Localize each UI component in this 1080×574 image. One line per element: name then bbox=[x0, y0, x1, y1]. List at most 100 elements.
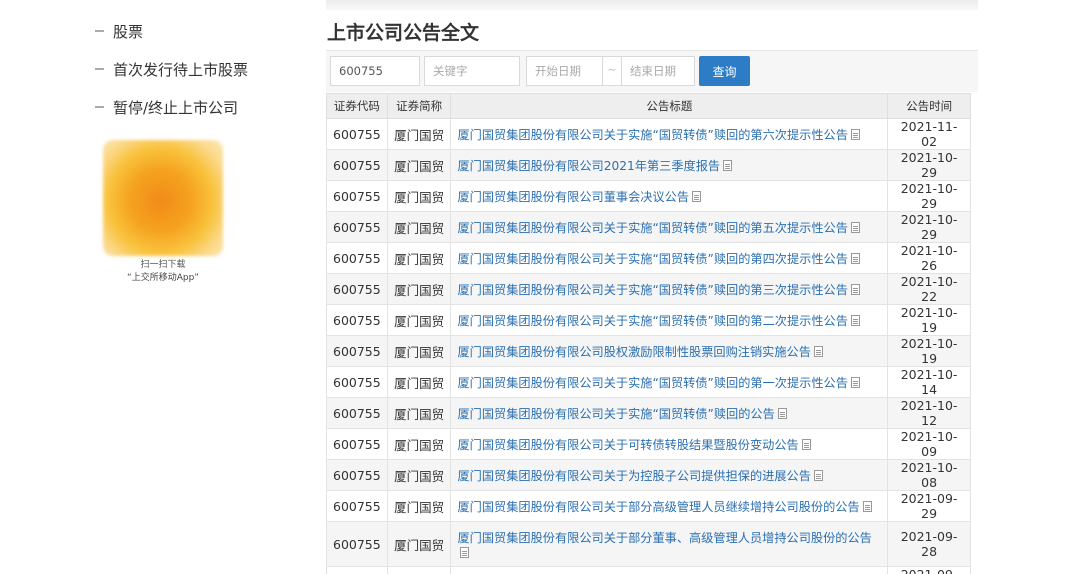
announcement-title-link[interactable]: 厦门国贸集团股份有限公司关于实施“国贸转债”赎回的第五次提示性公告 bbox=[450, 211, 889, 243]
announcement-title-link-text[interactable]: 厦门国贸集团股份有限公司董事会决议公告 bbox=[457, 190, 689, 204]
document-icon[interactable] bbox=[777, 408, 787, 419]
cell-date: 2021-11-02 bbox=[887, 118, 971, 150]
document-icon[interactable] bbox=[801, 439, 811, 450]
announcement-title-link[interactable]: 厦门国贸集团股份有限公司关于实施“国贸转债”赎回的第三次提示性公告 bbox=[450, 273, 889, 305]
cell-name-text: 厦门国贸 bbox=[394, 313, 445, 329]
keyword-input[interactable]: 关键字 bbox=[424, 56, 520, 86]
end-date-input[interactable]: 结束日期 bbox=[621, 56, 695, 86]
search-panel: 600755 关键字 开始日期 ~ 结束日期 查询 bbox=[326, 50, 978, 92]
announcement-title-link-text[interactable]: 厦门国贸集团股份有限公司关于实施“国贸转债”赎回的第六次提示性公告 bbox=[457, 128, 847, 142]
document-icon[interactable] bbox=[850, 315, 860, 326]
cell-name-text: 厦门国贸 bbox=[394, 375, 445, 391]
announcement-title-link[interactable]: 厦门国贸集团股份有限公司股权激励限制性股票回购注销实施公告 bbox=[450, 335, 889, 367]
cell-name-text: 厦门国贸 bbox=[394, 406, 445, 422]
cell-name-text: 厦门国贸 bbox=[394, 127, 445, 143]
announcement-title-link[interactable]: 厦门国贸集团股份有限公司董事会决议公告 bbox=[450, 180, 889, 212]
announcement-title-link-text[interactable]: 厦门国贸集团股份有限公司股权激励限制性股票回购注销实施公告 bbox=[457, 345, 810, 359]
cell-date-text: 2021-10-14 bbox=[900, 367, 958, 397]
announcement-title-link[interactable]: 厦门国贸集团股份有限公司关于实施“国贸转债”赎回的第二次提示性公告 bbox=[450, 304, 889, 336]
announcement-title-link[interactable]: 厦门国贸集团股份有限公司关于实施“国贸转债”赎回的第六次提示性公告 bbox=[450, 118, 889, 150]
cell-name: 厦门国贸 bbox=[386, 521, 452, 567]
cell-name: 厦门国贸 bbox=[386, 149, 452, 181]
date-range-separator: ~ bbox=[603, 56, 621, 86]
cell-code: 600755 bbox=[326, 149, 388, 181]
cell-date-text: 2021-11-02 bbox=[900, 119, 958, 149]
document-icon[interactable] bbox=[850, 377, 860, 388]
document-icon[interactable] bbox=[850, 284, 860, 295]
announcement-title-link-text[interactable]: 厦门国贸集团股份有限公司关于实施“国贸转债”赎回的第二次提示性公告 bbox=[457, 314, 847, 328]
cell-name: 厦门国贸 bbox=[386, 180, 452, 212]
announcement-title-link-text[interactable]: 厦门国贸集团股份有限公司关于可转债转股结果暨股份变动公告 bbox=[457, 438, 798, 452]
announcement-title-link[interactable]: 厦门国贸集团股份有限公司2021年第三季度报告 bbox=[450, 149, 889, 181]
cell-date-text: 2021-10-26 bbox=[900, 243, 958, 273]
document-icon[interactable] bbox=[862, 501, 872, 512]
document-icon[interactable] bbox=[813, 346, 823, 357]
announcement-title-link-text[interactable]: 厦门国贸集团股份有限公司关于实施“国贸转债”赎回的第五次提示性公告 bbox=[457, 221, 847, 235]
announcement-title-link[interactable]: 厦门国贸集团股份有限公司关于提前赎回“国贸转债”的提示性公告 bbox=[450, 566, 889, 574]
cell-date-text: 2021-10-29 bbox=[900, 212, 958, 242]
cell-date: 2021-10-29 bbox=[887, 149, 971, 181]
dash-icon bbox=[95, 106, 104, 108]
query-button[interactable]: 查询 bbox=[699, 56, 750, 86]
cell-date-text: 2021-10-19 bbox=[900, 305, 958, 335]
cell-name-text: 厦门国贸 bbox=[394, 220, 445, 236]
cell-code: 600755 bbox=[326, 273, 388, 305]
sidebar-item-stocks[interactable]: 股票 bbox=[95, 12, 248, 50]
cell-date-text: 2021-10-22 bbox=[900, 274, 958, 304]
stock-code-input[interactable]: 600755 bbox=[330, 56, 420, 86]
cell-code: 600755 bbox=[326, 180, 388, 212]
announcement-title-link-text[interactable]: 厦门国贸集团股份有限公司关于实施“国贸转债”赎回的第四次提示性公告 bbox=[457, 252, 847, 266]
cell-name: 厦门国贸 bbox=[386, 335, 452, 367]
document-icon[interactable] bbox=[723, 160, 733, 171]
sidebar-item-ipo-pending[interactable]: 首次发行待上市股票 bbox=[95, 50, 248, 88]
announcement-title-link[interactable]: 厦门国贸集团股份有限公司关于部分高级管理人员继续增持公司股份的公告 bbox=[450, 490, 889, 522]
cell-code-text: 600755 bbox=[333, 281, 381, 297]
sidebar-nav: 股票 首次发行待上市股票 暂停/终止上市公司 bbox=[95, 12, 248, 126]
announcement-title-link[interactable]: 厦门国贸集团股份有限公司关于部分董事、高级管理人员增持公司股份的公告 bbox=[450, 521, 889, 567]
qr-caption: 扫一扫下载 bbox=[140, 260, 186, 270]
start-date-input[interactable]: 开始日期 bbox=[526, 56, 603, 86]
document-icon[interactable] bbox=[692, 191, 702, 202]
cell-date: 2021-09-29 bbox=[887, 490, 971, 522]
dash-icon bbox=[95, 30, 104, 32]
cell-date-text: 2021-10-29 bbox=[900, 181, 958, 211]
cell-code-text: 600755 bbox=[333, 219, 381, 235]
table-row: 600755 厦门国贸 厦门国贸集团股份有限公司关于部分董事、高级管理人员增持公司股… bbox=[326, 521, 971, 567]
document-icon[interactable] bbox=[850, 129, 860, 140]
cell-code: 600755 bbox=[326, 211, 388, 243]
cell-name: 厦门国贸 bbox=[386, 118, 452, 150]
cell-name: 厦门国贸 bbox=[386, 304, 452, 336]
cell-date: 2021-10-08 bbox=[887, 459, 971, 491]
cell-code-text: 600755 bbox=[333, 188, 381, 204]
document-icon[interactable] bbox=[813, 470, 823, 481]
announcement-title-link-text[interactable]: 厦门国贸集团股份有限公司关于实施“国贸转债”赎回的第三次提示性公告 bbox=[457, 283, 847, 297]
cell-name: 厦门国贸 bbox=[386, 242, 452, 274]
cell-code: 600755 bbox=[326, 490, 388, 522]
cell-name-text: 厦门国贸 bbox=[394, 468, 445, 484]
document-icon[interactable] bbox=[850, 253, 860, 264]
announcement-title-link-text[interactable]: 厦门国贸集团股份有限公司关于实施“国贸转债”赎回的第一次提示性公告 bbox=[457, 376, 847, 390]
announcement-title-link-text[interactable]: 厦门国贸集团股份有限公司关于为控股子公司提供担保的进展公告 bbox=[457, 469, 810, 483]
announcement-title-link[interactable]: 厦门国贸集团股份有限公司关于可转债转股结果暨股份变动公告 bbox=[450, 428, 889, 460]
cell-name: 厦门国贸 bbox=[386, 273, 452, 305]
announcement-title-link-text[interactable]: 厦门国贸集团股份有限公司关于部分高级管理人员继续增持公司股份的公告 bbox=[457, 500, 859, 514]
announcement-title-link-text[interactable]: 厦门国贸集团股份有限公司关于实施“国贸转债”赎回的公告 bbox=[457, 407, 774, 421]
table-row: 600755 厦门国贸 厦门国贸集团股份有限公司2021年第三季度报告 2021-10… bbox=[326, 149, 971, 181]
qr-caption-app: “上交所移动App” bbox=[127, 273, 199, 283]
cell-date-text: 2021-09-28 bbox=[900, 529, 958, 559]
announcement-title-link-text[interactable]: 厦门国贸集团股份有限公司2021年第三季度报告 bbox=[457, 159, 720, 173]
sidebar-item-suspended[interactable]: 暂停/终止上市公司 bbox=[95, 88, 248, 126]
document-icon[interactable] bbox=[460, 547, 470, 558]
announcement-title-link[interactable]: 厦门国贸集团股份有限公司关于实施“国贸转债”赎回的公告 bbox=[450, 397, 889, 429]
announcement-title-link[interactable]: 厦门国贸集团股份有限公司关于实施“国贸转债”赎回的第一次提示性公告 bbox=[450, 366, 889, 398]
cell-date: 2021-09-25 bbox=[887, 566, 971, 574]
announcement-title-link-text[interactable]: 厦门国贸集团股份有限公司关于部分董事、高级管理人员增持公司股份的公告 bbox=[457, 531, 871, 545]
qr-code-image bbox=[103, 140, 223, 256]
table-row: 600755厦门国贸厦门国贸集团股份有限公司关于提前赎回“国贸转债”的提示性公告… bbox=[326, 566, 971, 574]
announcement-title-link[interactable]: 厦门国贸集团股份有限公司关于实施“国贸转债”赎回的第四次提示性公告 bbox=[450, 242, 889, 274]
cell-date: 2021-10-26 bbox=[887, 242, 971, 274]
table-row: 600755 厦门国贸 厦门国贸集团股份有限公司股权激励限制性股票回购注销实施公告 2… bbox=[326, 335, 971, 367]
announcement-title-link[interactable]: 厦门国贸集团股份有限公司关于为控股子公司提供担保的进展公告 bbox=[450, 459, 889, 491]
document-icon[interactable] bbox=[850, 222, 860, 233]
table-row: 600755 厦门国贸 厦门国贸集团股份有限公司关于实施“国贸转债”赎回的第五次提示… bbox=[326, 211, 971, 243]
